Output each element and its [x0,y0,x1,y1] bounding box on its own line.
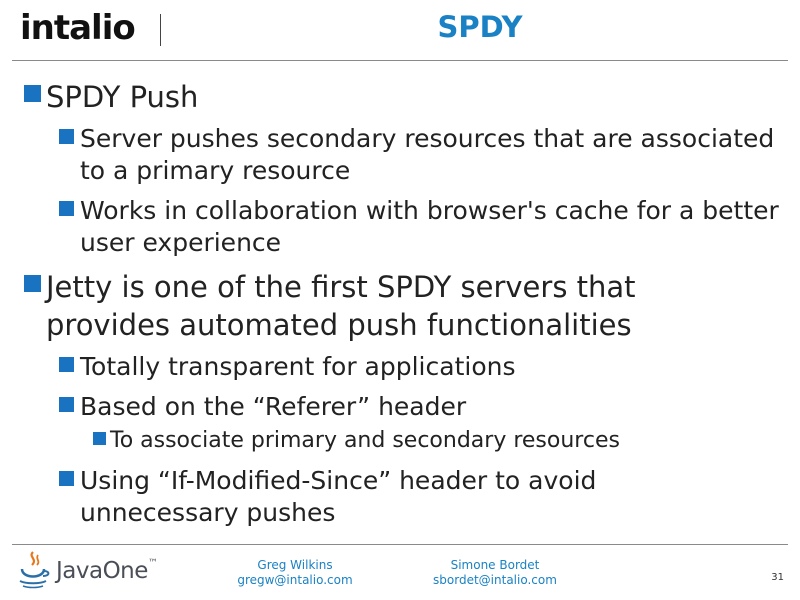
header-divider [12,60,788,61]
bullet-square-icon [24,85,41,102]
bullet-text: Totally transparent for applications [80,352,516,381]
bullet-square-icon [59,129,74,144]
javaone-logo: JavaOne™ [16,550,158,592]
author-email: gregw@intalio.com [237,573,353,587]
bullet-square-icon [59,471,74,486]
slide-content: SPDY Push Server pushes secondary resour… [18,78,788,529]
bullet-l2: Based on the “Referer” header [58,391,788,423]
author-name: Simone Bordet [450,558,540,572]
intalio-logo: intalio [20,8,136,48]
java-cup-icon [19,551,50,589]
bullet-square-icon [93,432,106,445]
footer-divider [12,544,788,545]
javaone-text: JavaOne™ [56,558,158,584]
bullet-l3: To associate primary and secondary resou… [93,427,788,455]
bullet-text: Works in collaboration with browser's ca… [80,196,779,257]
bullet-text: Jetty is one of the first SPDY servers t… [46,270,636,342]
bullet-square-icon [59,357,74,372]
bullet-text: Using “If-Modified-Since” header to avoi… [80,466,597,527]
bullet-l2: Using “If-Modified-Since” header to avoi… [58,465,788,529]
bullet-l1: Jetty is one of the first SPDY servers t… [18,268,788,344]
bullet-text: Server pushes secondary resources that a… [80,124,775,185]
bullet-text: Based on the “Referer” header [80,392,467,421]
bullet-text: To associate primary and secondary resou… [110,428,620,453]
bullet-square-icon [24,275,41,292]
trademark: ™ [147,558,158,569]
author-sbordet: Simone Bordet sbordet@intalio.com [420,558,570,588]
author-name: Greg Wilkins [257,558,333,572]
bullet-l2: Works in collaboration with browser's ca… [58,195,788,259]
bullet-text: SPDY Push [46,80,199,114]
author-email: sbordet@intalio.com [433,573,557,587]
page-number: 31 [771,572,784,583]
bullet-square-icon [59,397,74,412]
bullet-l2: Totally transparent for applications [58,351,788,383]
bullet-square-icon [59,201,74,216]
bullet-l2: Server pushes secondary resources that a… [58,123,788,187]
slide-title: SPDY [437,10,523,44]
bullet-l1: SPDY Push [18,78,788,116]
author-gregw: Greg Wilkins gregw@intalio.com [225,558,365,588]
